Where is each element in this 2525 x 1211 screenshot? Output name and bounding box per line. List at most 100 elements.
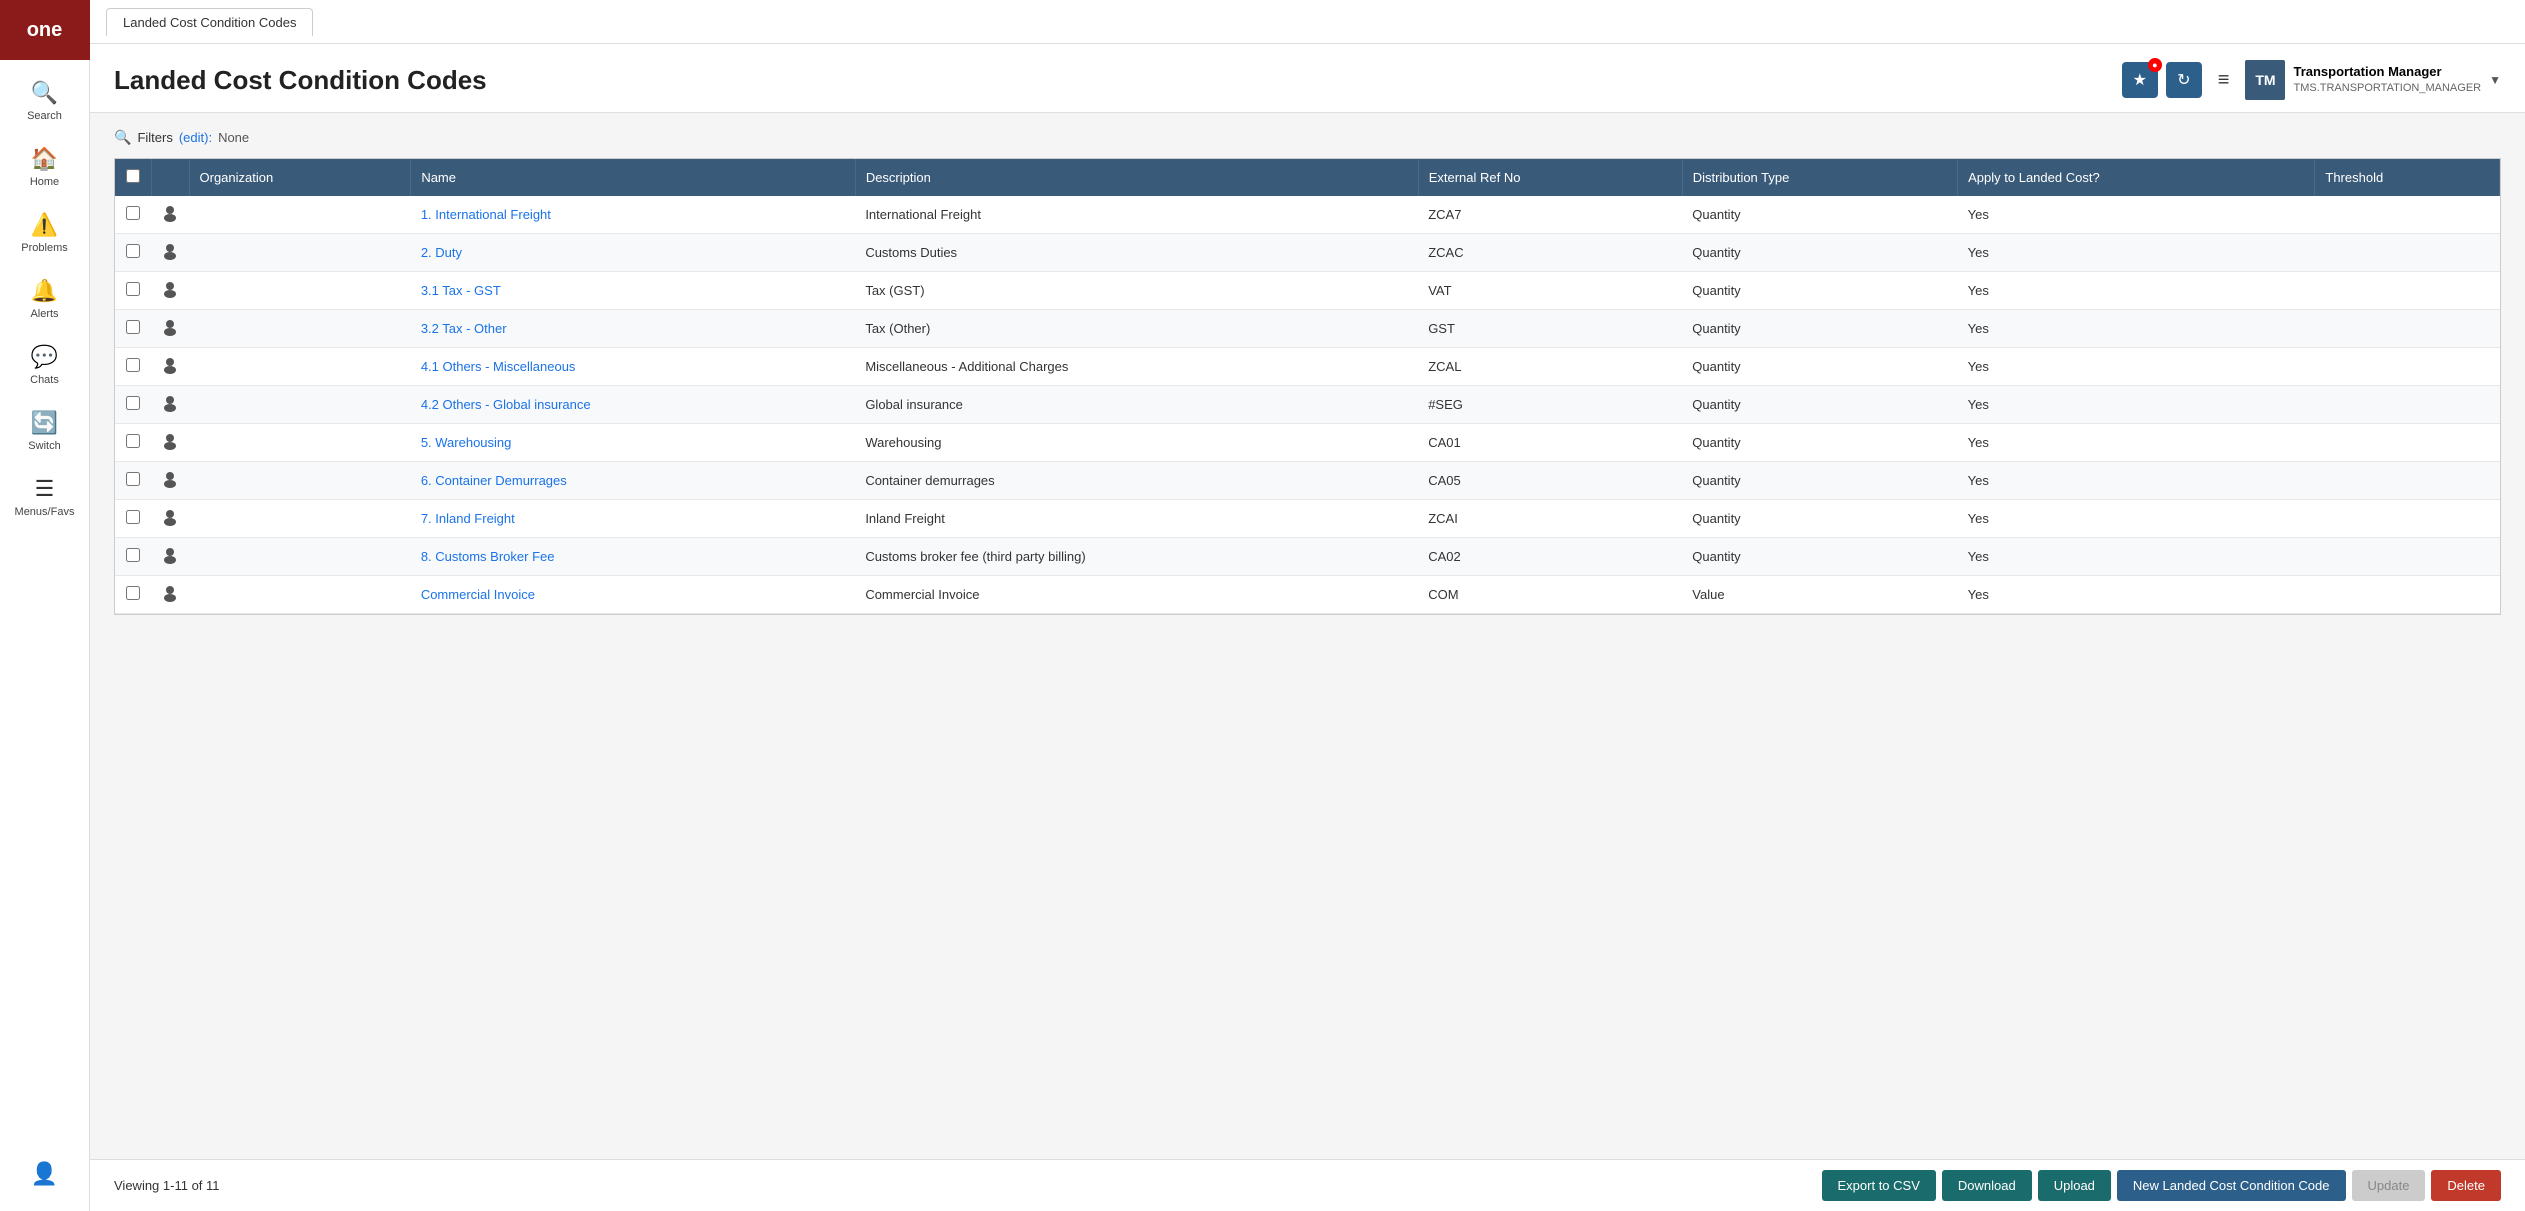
row-name[interactable]: 4.1 Others - Miscellaneous xyxy=(411,348,856,386)
filters-edit-link[interactable]: (edit): xyxy=(179,130,212,145)
row-name[interactable]: 4.2 Others - Global insurance xyxy=(411,386,856,424)
person-icon xyxy=(161,318,179,336)
row-checkbox-cell[interactable] xyxy=(115,234,151,272)
row-checkbox-cell[interactable] xyxy=(115,196,151,234)
row-icon-cell xyxy=(151,310,189,348)
row-threshold xyxy=(2315,348,2500,386)
row-external-ref: CA05 xyxy=(1418,462,1682,500)
sidebar-item-problems[interactable]: ⚠️ Problems xyxy=(0,200,89,266)
row-organization xyxy=(189,424,411,462)
row-organization xyxy=(189,576,411,614)
person-icon xyxy=(161,356,179,374)
refresh-button[interactable]: ↻ xyxy=(2166,62,2202,98)
bottom-actions: Export to CSV Download Upload New Landed… xyxy=(1822,1170,2501,1201)
sidebar-item-search[interactable]: 🔍 Search xyxy=(0,68,89,134)
filter-icon: 🔍 xyxy=(114,129,131,146)
row-threshold xyxy=(2315,576,2500,614)
delete-button[interactable]: Delete xyxy=(2431,1170,2501,1201)
row-description: Inland Freight xyxy=(855,500,1418,538)
row-name[interactable]: 7. Inland Freight xyxy=(411,500,856,538)
row-apply-landed-cost: Yes xyxy=(1958,538,2315,576)
row-name[interactable]: Commercial Invoice xyxy=(411,576,856,614)
row-name[interactable]: 6. Container Demurrages xyxy=(411,462,856,500)
row-distribution-type: Quantity xyxy=(1682,234,1957,272)
filters-label: Filters xyxy=(137,130,172,145)
row-external-ref: ZCA7 xyxy=(1418,196,1682,234)
row-name[interactable]: 3.1 Tax - GST xyxy=(411,272,856,310)
row-checkbox[interactable] xyxy=(126,244,140,258)
row-name[interactable]: 5. Warehousing xyxy=(411,424,856,462)
app-logo[interactable]: one xyxy=(0,0,90,60)
table-row: 7. Inland Freight Inland Freight ZCAI Qu… xyxy=(115,500,2500,538)
search-icon: 🔍 xyxy=(31,80,58,106)
user-dropdown-arrow[interactable]: ▼ xyxy=(2489,73,2501,87)
row-name[interactable]: 2. Duty xyxy=(411,234,856,272)
row-distribution-type: Quantity xyxy=(1682,310,1957,348)
row-checkbox[interactable] xyxy=(126,586,140,600)
user-section: TM Transportation Manager TMS.TRANSPORTA… xyxy=(2245,60,2501,100)
row-checkbox-cell[interactable] xyxy=(115,272,151,310)
row-apply-landed-cost: Yes xyxy=(1958,462,2315,500)
table-row: 8. Customs Broker Fee Customs broker fee… xyxy=(115,538,2500,576)
sidebar-item-user-avatar[interactable]: 👤 xyxy=(31,1149,58,1199)
row-organization xyxy=(189,462,411,500)
row-checkbox-cell[interactable] xyxy=(115,500,151,538)
row-checkbox[interactable] xyxy=(126,434,140,448)
row-checkbox[interactable] xyxy=(126,358,140,372)
row-checkbox[interactable] xyxy=(126,320,140,334)
sidebar-item-alerts[interactable]: 🔔 Alerts xyxy=(0,266,89,332)
row-checkbox[interactable] xyxy=(126,282,140,296)
table-row: 4.2 Others - Global insurance Global ins… xyxy=(115,386,2500,424)
row-checkbox-cell[interactable] xyxy=(115,348,151,386)
row-apply-landed-cost: Yes xyxy=(1958,348,2315,386)
row-threshold xyxy=(2315,386,2500,424)
row-checkbox[interactable] xyxy=(126,396,140,410)
main-content: Landed Cost Condition Codes Landed Cost … xyxy=(90,0,2525,1211)
row-checkbox-cell[interactable] xyxy=(115,462,151,500)
notification-badge: ● xyxy=(2148,58,2162,72)
name-col-header: Name xyxy=(411,159,856,196)
row-checkbox-cell[interactable] xyxy=(115,386,151,424)
row-apply-landed-cost: Yes xyxy=(1958,576,2315,614)
row-description: Warehousing xyxy=(855,424,1418,462)
export-csv-button[interactable]: Export to CSV xyxy=(1822,1170,1936,1201)
upload-button[interactable]: Upload xyxy=(2038,1170,2111,1201)
hamburger-menu-button[interactable]: ≡ xyxy=(2210,65,2238,96)
row-checkbox-cell[interactable] xyxy=(115,576,151,614)
sidebar-item-menus[interactable]: ☰ Menus/Favs xyxy=(0,464,89,530)
user-avatar-icon: 👤 xyxy=(31,1161,58,1187)
row-name[interactable]: 1. International Freight xyxy=(411,196,856,234)
active-tab[interactable]: Landed Cost Condition Codes xyxy=(106,8,313,36)
row-checkbox[interactable] xyxy=(126,548,140,562)
new-record-button[interactable]: New Landed Cost Condition Code xyxy=(2117,1170,2346,1201)
sidebar-item-chats[interactable]: 💬 Chats xyxy=(0,332,89,398)
select-all-checkbox[interactable] xyxy=(126,169,140,183)
row-checkbox[interactable] xyxy=(126,510,140,524)
row-organization xyxy=(189,538,411,576)
row-apply-landed-cost: Yes xyxy=(1958,424,2315,462)
row-checkbox-cell[interactable] xyxy=(115,538,151,576)
row-name[interactable]: 3.2 Tax - Other xyxy=(411,310,856,348)
external-ref-col-header: External Ref No xyxy=(1418,159,1682,196)
row-checkbox[interactable] xyxy=(126,206,140,220)
row-icon-cell xyxy=(151,500,189,538)
row-icon-cell xyxy=(151,576,189,614)
table-row: 4.1 Others - Miscellaneous Miscellaneous… xyxy=(115,348,2500,386)
row-distribution-type: Quantity xyxy=(1682,196,1957,234)
row-icon-cell xyxy=(151,462,189,500)
row-checkbox-cell[interactable] xyxy=(115,424,151,462)
row-apply-landed-cost: Yes xyxy=(1958,234,2315,272)
row-organization xyxy=(189,234,411,272)
row-checkbox-cell[interactable] xyxy=(115,310,151,348)
row-description: Tax (GST) xyxy=(855,272,1418,310)
row-distribution-type: Quantity xyxy=(1682,424,1957,462)
switch-icon: 🔄 xyxy=(31,410,58,436)
sidebar-item-home[interactable]: 🏠 Home xyxy=(0,134,89,200)
select-all-header[interactable] xyxy=(115,159,151,196)
update-button[interactable]: Update xyxy=(2352,1170,2426,1201)
row-external-ref: ZCAL xyxy=(1418,348,1682,386)
download-button[interactable]: Download xyxy=(1942,1170,2032,1201)
row-checkbox[interactable] xyxy=(126,472,140,486)
row-name[interactable]: 8. Customs Broker Fee xyxy=(411,538,856,576)
sidebar-item-switch[interactable]: 🔄 Switch xyxy=(0,398,89,464)
